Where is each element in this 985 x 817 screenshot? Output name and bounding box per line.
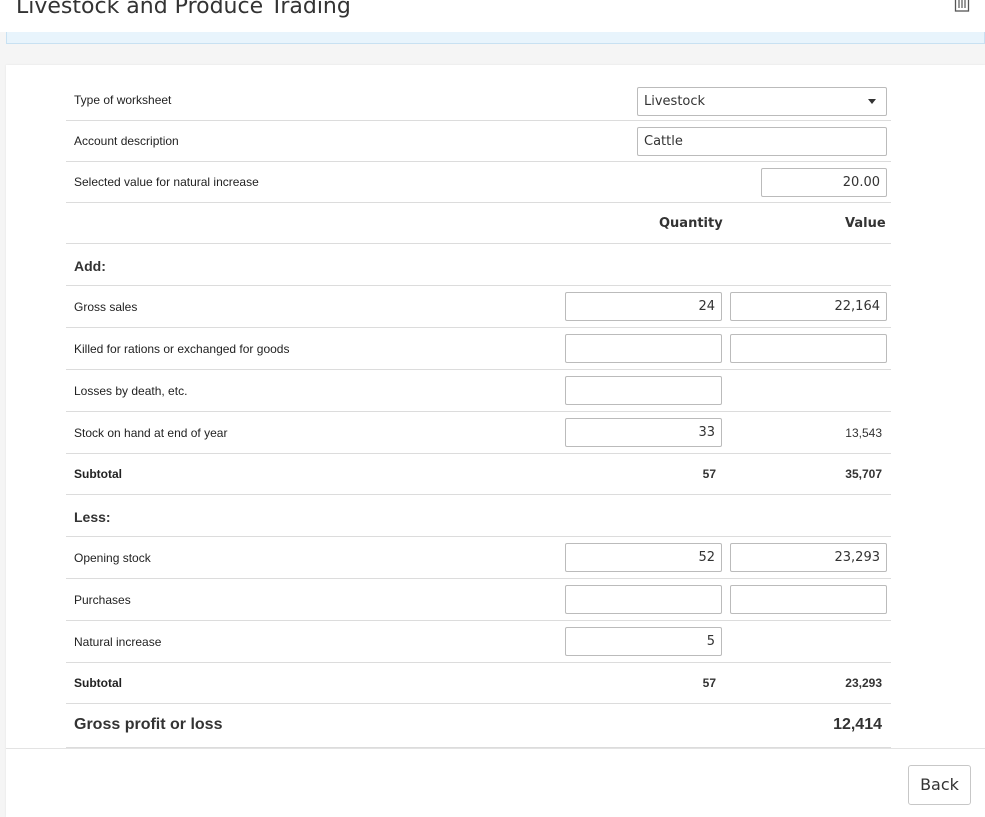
less-subtotal-label: Subtotal bbox=[74, 676, 122, 690]
gross-sales-quantity-input[interactable]: 24 bbox=[565, 292, 722, 321]
add-heading: Add: bbox=[74, 258, 106, 274]
account-description-row: Account description Cattle bbox=[66, 121, 891, 162]
purchases-quantity-input[interactable] bbox=[565, 585, 722, 614]
opening-stock-row: Opening stock 52 23,293 bbox=[66, 537, 891, 579]
value-column-header: Value bbox=[845, 216, 886, 231]
gross-profit-row: Gross profit or loss 12,414 bbox=[66, 704, 891, 748]
less-heading: Less: bbox=[74, 509, 111, 525]
stock-end-value: 13,543 bbox=[845, 426, 882, 440]
losses-row: Losses by death, etc. bbox=[66, 370, 891, 412]
back-button[interactable]: Back bbox=[908, 765, 971, 805]
worksheet-type-row: Type of worksheet Livestock bbox=[66, 79, 891, 121]
less-subtotal-value: 23,293 bbox=[845, 676, 882, 690]
losses-label: Losses by death, etc. bbox=[74, 384, 188, 398]
add-subtotal-row: Subtotal 57 35,707 bbox=[66, 454, 891, 495]
account-description-input[interactable]: Cattle bbox=[637, 127, 887, 156]
trash-icon[interactable] bbox=[954, 0, 970, 14]
killed-quantity-input[interactable] bbox=[565, 334, 722, 363]
losses-quantity-input[interactable] bbox=[565, 376, 722, 405]
footer-divider bbox=[6, 748, 985, 749]
natural-increase-label: Natural increase bbox=[74, 635, 162, 649]
opening-stock-label: Opening stock bbox=[74, 551, 151, 565]
natural-increase-value-label: Selected value for natural increase bbox=[74, 175, 259, 189]
add-subtotal-quantity: 57 bbox=[702, 467, 716, 481]
gross-sales-label: Gross sales bbox=[74, 300, 138, 314]
add-subtotal-label: Subtotal bbox=[74, 467, 122, 481]
less-subtotal-row: Subtotal 57 23,293 bbox=[66, 663, 891, 704]
add-subtotal-value: 35,707 bbox=[845, 467, 882, 481]
opening-stock-quantity-input[interactable]: 52 bbox=[565, 543, 722, 572]
page-title: Livestock and Produce Trading bbox=[16, 0, 351, 19]
purchases-value-input[interactable] bbox=[730, 585, 887, 614]
caret-down-icon bbox=[868, 99, 876, 104]
page-header: Livestock and Produce Trading bbox=[0, 0, 985, 32]
add-section-header: Add: bbox=[66, 244, 891, 286]
natural-increase-row: Natural increase 5 bbox=[66, 621, 891, 663]
less-subtotal-quantity: 57 bbox=[702, 676, 716, 690]
purchases-label: Purchases bbox=[74, 593, 131, 607]
worksheet-type-label: Type of worksheet bbox=[74, 93, 172, 107]
gross-sales-value-input[interactable]: 22,164 bbox=[730, 292, 887, 321]
natural-increase-value-row: Selected value for natural increase 20.0… bbox=[66, 162, 891, 203]
worksheet-type-value: Livestock bbox=[644, 94, 706, 109]
stock-end-quantity-input[interactable]: 33 bbox=[565, 418, 722, 447]
quantity-column-header: Quantity bbox=[659, 216, 723, 231]
opening-stock-value-input[interactable]: 23,293 bbox=[730, 543, 887, 572]
info-bar bbox=[6, 32, 985, 44]
killed-value-input[interactable] bbox=[730, 334, 887, 363]
less-section-header: Less: bbox=[66, 495, 891, 537]
natural-increase-value-input[interactable]: 20.00 bbox=[761, 168, 887, 197]
natural-increase-quantity-input[interactable]: 5 bbox=[565, 627, 722, 656]
account-description-label: Account description bbox=[74, 134, 179, 148]
stock-end-row: Stock on hand at end of year 33 13,543 bbox=[66, 412, 891, 454]
gross-profit-label: Gross profit or loss bbox=[74, 716, 223, 733]
gross-sales-row: Gross sales 24 22,164 bbox=[66, 286, 891, 328]
column-header-row: Quantity Value bbox=[66, 203, 891, 244]
stock-end-label: Stock on hand at end of year bbox=[74, 426, 228, 440]
purchases-row: Purchases bbox=[66, 579, 891, 621]
gross-profit-value: 12,414 bbox=[833, 716, 882, 733]
worksheet-type-select[interactable]: Livestock bbox=[637, 87, 887, 116]
killed-label: Killed for rations or exchanged for good… bbox=[74, 342, 290, 356]
killed-row: Killed for rations or exchanged for good… bbox=[66, 328, 891, 370]
